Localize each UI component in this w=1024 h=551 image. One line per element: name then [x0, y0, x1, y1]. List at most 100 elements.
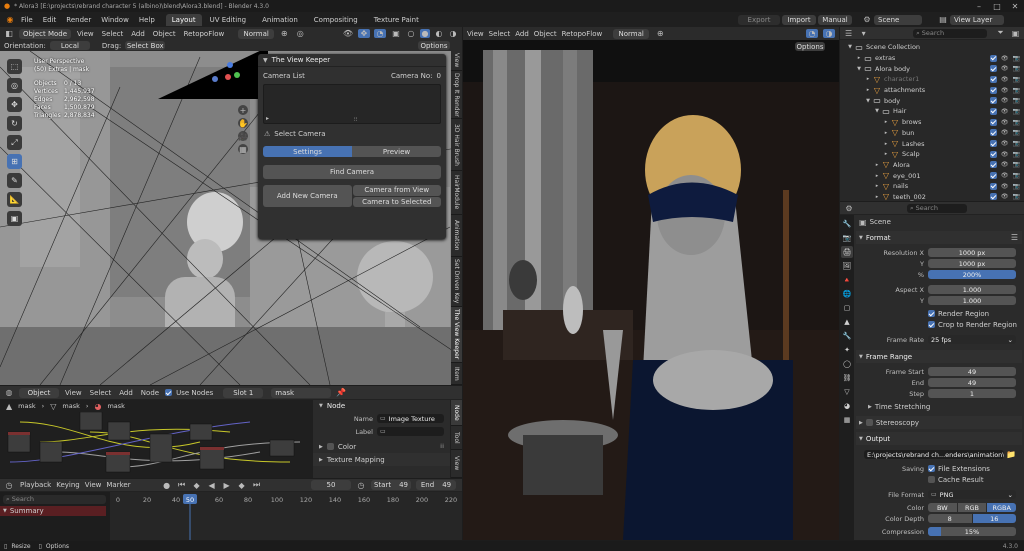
expand-arrow-icon[interactable]: ▸: [864, 87, 872, 93]
drag-selector[interactable]: Select Box: [125, 41, 166, 50]
end-frame-field[interactable]: End 49: [416, 480, 456, 490]
list-resize-icon[interactable]: ⁝⁝: [354, 117, 357, 123]
start-frame-field[interactable]: Start 49: [371, 480, 411, 490]
outliner-item[interactable]: ▸ ▽ Lashes 👁 📷: [840, 138, 1024, 149]
scene-selector[interactable]: Scene: [874, 14, 922, 25]
menu-select-node[interactable]: Select: [88, 389, 114, 397]
exclude-checkbox[interactable]: [989, 107, 997, 115]
menu-object[interactable]: Object: [151, 30, 178, 38]
node-graph[interactable]: [0, 412, 310, 478]
expand-arrow-icon[interactable]: ▸: [873, 162, 881, 168]
visibility-eye-icon[interactable]: 👁: [1001, 108, 1009, 115]
orientation-selector[interactable]: Local: [49, 41, 90, 50]
menu-view-right[interactable]: View: [467, 30, 484, 38]
shading-rendered-icon[interactable]: ◑: [448, 29, 458, 38]
render-region-checkbox[interactable]: [928, 310, 935, 317]
options-button[interactable]: Options: [418, 41, 450, 50]
time-stretching-subpanel[interactable]: ▶ Time Stretching: [856, 401, 1022, 413]
perspective-icon[interactable]: ▦: [238, 144, 248, 154]
render-camera-icon[interactable]: 📷: [1013, 87, 1020, 94]
outliner[interactable]: ☰ ▾ ⌕ Search ⏷ ▣ ▼ ▭ Scene Collection ▸ ▭ ext…: [840, 27, 1024, 201]
material-selector[interactable]: mask: [271, 387, 332, 398]
output-tab-icon[interactable]: 🖨: [841, 246, 853, 258]
aspect-y-field[interactable]: 1.000: [928, 296, 1016, 305]
slot-selector[interactable]: Slot 1: [223, 387, 264, 398]
visibility-eye-icon[interactable]: 👁: [1001, 183, 1009, 190]
render-camera-icon[interactable]: 📷: [1013, 172, 1020, 179]
outliner-item[interactable]: ▸ ▽ bun 👁 📷: [840, 128, 1024, 139]
output-path-field[interactable]: E:\projects\rebrand ch...enders\animatio…: [864, 450, 1004, 459]
world-tab-icon[interactable]: 🌐: [841, 288, 853, 300]
crop-region-checkbox[interactable]: [928, 321, 935, 328]
editor-type-icon[interactable]: ◧: [3, 29, 15, 38]
menu-add-right[interactable]: Add: [515, 30, 529, 38]
exclude-checkbox[interactable]: [989, 172, 997, 180]
compression-slider[interactable]: 15%: [928, 527, 1016, 536]
render-camera-icon[interactable]: 📷: [1013, 183, 1020, 190]
object-type-selector[interactable]: Object: [19, 387, 59, 398]
outliner-search[interactable]: ⌕ Search: [913, 28, 987, 38]
tab-compositing[interactable]: Compositing: [306, 16, 366, 24]
timeline-editor-icon[interactable]: ◷: [3, 481, 15, 490]
visibility-eye-icon[interactable]: 👁: [1001, 55, 1009, 62]
visibility-eye-icon[interactable]: 👁: [1001, 172, 1009, 179]
menu-view-timeline[interactable]: View: [85, 481, 102, 489]
physics-tab-icon[interactable]: ◯: [841, 358, 853, 370]
add-cube-tool-icon[interactable]: ▣: [7, 211, 22, 226]
visibility-eye-icon[interactable]: 👁: [1001, 193, 1009, 200]
outliner-item[interactable]: ▸ ▽ Alora 👁 📷: [840, 160, 1024, 171]
transform-pivot-selector[interactable]: Normal: [238, 28, 275, 39]
visibility-eye-icon[interactable]: 👁: [1001, 140, 1009, 147]
view-layer-tab-icon[interactable]: 🖼: [841, 260, 853, 272]
expand-icon-tex[interactable]: ▶: [319, 457, 323, 463]
outliner-item[interactable]: ▸ ▽ eye_001 👁 📷: [840, 170, 1024, 181]
jump-start-icon[interactable]: ⏮: [177, 480, 187, 490]
blender-menu-icon[interactable]: ◉: [4, 15, 16, 24]
color-checkbox[interactable]: [326, 443, 334, 450]
visibility-eye-icon[interactable]: 👁: [1001, 129, 1009, 136]
exclude-checkbox[interactable]: [989, 193, 997, 201]
right-3d-viewport[interactable]: View Select Add Object RetopoFlow Normal…: [463, 27, 839, 540]
data-tab-icon[interactable]: ▽: [841, 386, 853, 398]
overlay-icon[interactable]: ◔: [374, 29, 386, 38]
resolution-y-field[interactable]: 1000 px: [928, 259, 1016, 268]
render-camera-icon[interactable]: 📷: [1013, 97, 1020, 104]
prev-key-icon[interactable]: ◆: [192, 481, 202, 490]
menu-file[interactable]: File: [16, 16, 38, 24]
exclude-checkbox[interactable]: [989, 129, 997, 137]
particles-tab-icon[interactable]: ✦: [841, 344, 853, 356]
preview-tab[interactable]: Preview: [352, 146, 441, 157]
pin-icon[interactable]: 📌: [335, 388, 347, 397]
left-3d-viewport[interactable]: ◧ Object Mode View Select Add Object Ret…: [0, 27, 462, 385]
summary-row[interactable]: ▼ Summary: [0, 506, 106, 516]
tab-view[interactable]: View: [451, 51, 462, 71]
exclude-checkbox[interactable]: [989, 75, 997, 83]
exclude-checkbox[interactable]: [989, 65, 997, 73]
outliner-item[interactable]: ▼ ▭ Alora body 👁 📷: [840, 63, 1024, 74]
render-camera-icon[interactable]: 📷: [1013, 119, 1020, 126]
panel-collapse-icon[interactable]: ▼: [263, 57, 268, 64]
stereoscopy-checkbox[interactable]: [865, 419, 873, 426]
file-extensions-checkbox[interactable]: [928, 465, 935, 472]
settings-tab[interactable]: Settings: [263, 146, 352, 157]
constraints-tab-icon[interactable]: ⛓: [841, 372, 853, 384]
object-tab-icon[interactable]: ▲: [841, 316, 853, 328]
scene-tab-icon[interactable]: 🔺: [841, 274, 853, 286]
tab-tool[interactable]: Tool: [451, 426, 462, 450]
outliner-item[interactable]: ▸ ▽ nails 👁 📷: [840, 181, 1024, 192]
menu-view-node[interactable]: View: [63, 389, 84, 397]
menu-marker[interactable]: Marker: [106, 481, 130, 489]
shading-wire-icon[interactable]: ○: [406, 29, 416, 38]
render-camera-icon[interactable]: 📷: [1013, 108, 1020, 115]
overlay-icon-right[interactable]: ◔: [806, 29, 818, 38]
visibility-eye-icon[interactable]: 👁: [1001, 151, 1009, 158]
frame-start-field[interactable]: 49: [928, 367, 1016, 376]
mode-selector[interactable]: Object Mode: [19, 28, 71, 39]
render-camera-icon[interactable]: 📷: [1013, 161, 1020, 168]
outliner-item[interactable]: ▸ ▽ character1 👁 📷: [840, 74, 1024, 85]
cache-result-checkbox[interactable]: [928, 476, 935, 483]
play-icon[interactable]: ▶: [222, 481, 232, 490]
find-camera-button[interactable]: Find Camera: [263, 165, 441, 179]
color-subpanel[interactable]: ▶ Color ⁞⁞: [313, 440, 450, 453]
measure-tool-icon[interactable]: 📐: [7, 192, 22, 207]
